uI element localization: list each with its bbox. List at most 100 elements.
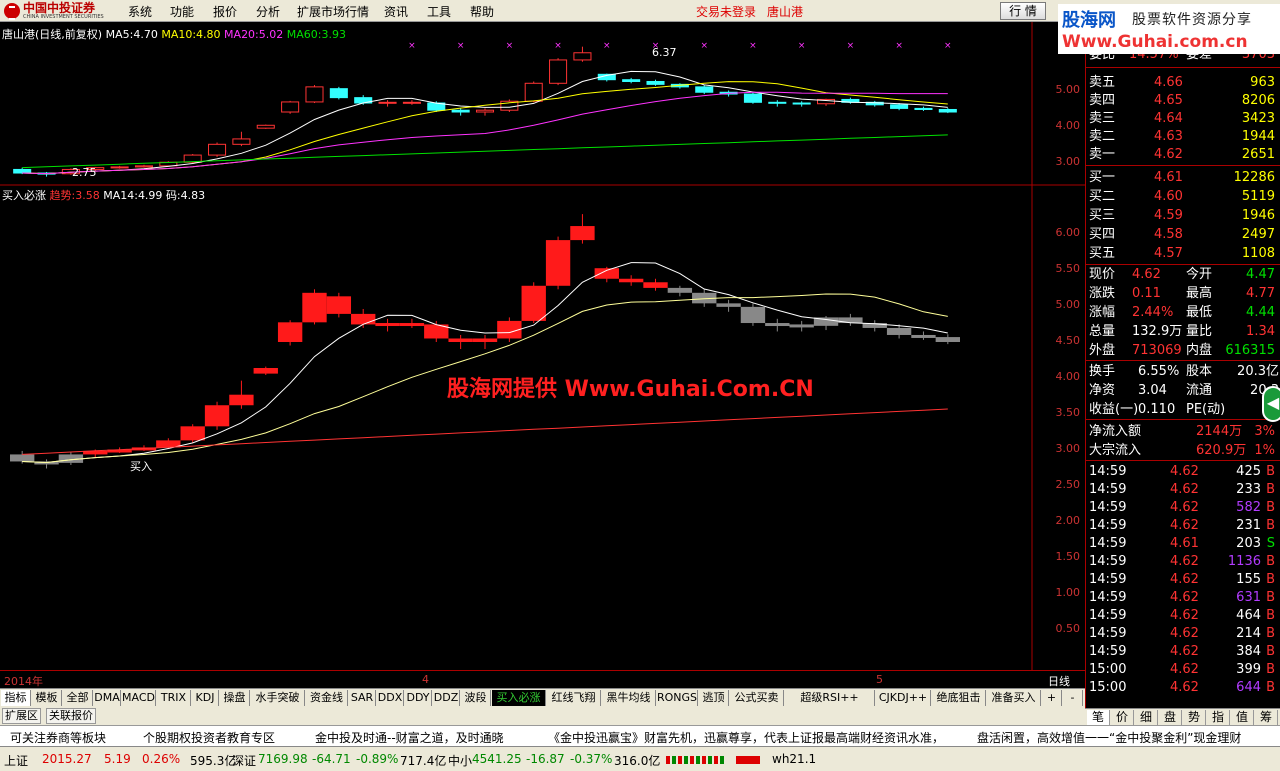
quote-button[interactable]: 行 情 <box>1000 2 1046 20</box>
quote-tab[interactable]: 笔 <box>1087 710 1110 725</box>
indicator-tab[interactable]: 超级RSI++ <box>785 690 875 706</box>
sell-row[interactable]: 卖一 4.62 2651 <box>1086 145 1280 164</box>
indicator-tab[interactable]: DDX <box>377 690 404 706</box>
zx-value: 4541.25 <box>472 752 522 766</box>
indicator-tab[interactable]: 全部 <box>63 690 93 706</box>
indicator-tab[interactable]: MACD <box>122 690 156 706</box>
sell-row[interactable]: 卖五 4.66 963 <box>1086 73 1280 92</box>
tick-row[interactable]: 14:59 4.62 425 B <box>1086 462 1280 481</box>
ticker-item[interactable]: 《金中投迅赢宝》财富先机，迅赢尊享，代表上证报最高端财经资讯水准， <box>548 729 944 746</box>
tick-row[interactable]: 14:59 4.62 231 B <box>1086 516 1280 535</box>
indicator-tab[interactable]: KDJ <box>192 690 219 706</box>
indicator-tab[interactable]: + <box>1042 690 1062 706</box>
tab-extension-area[interactable]: 扩展区 <box>2 708 41 724</box>
flow-row[interactable]: 净流入额 2144万 3% <box>1086 422 1280 441</box>
stat-row[interactable]: 涨幅 2.44% 最低 4.44 <box>1086 303 1280 322</box>
indicator-tab[interactable]: DDY <box>405 690 432 706</box>
sell-row[interactable]: 卖四 4.65 8206 <box>1086 91 1280 110</box>
tick-row[interactable]: 14:59 4.62 155 B <box>1086 570 1280 589</box>
buy-row[interactable]: 买四 4.58 2497 <box>1086 225 1280 244</box>
indicator-tab[interactable]: 红线飞翔 <box>547 690 601 706</box>
menu-quote[interactable]: 报价 <box>213 3 237 20</box>
tick-row[interactable]: 15:00 4.62 399 B <box>1086 660 1280 679</box>
indicator-tab[interactable]: CJKDJ++ <box>876 690 931 706</box>
buy-row[interactable]: 买三 4.59 1946 <box>1086 206 1280 225</box>
buy-row[interactable]: 买二 4.60 5119 <box>1086 187 1280 206</box>
tick-time: 14:59 <box>1089 572 1127 587</box>
menu-tools[interactable]: 工具 <box>427 3 451 20</box>
indicator-tab[interactable]: 资金线 <box>306 690 348 706</box>
menu-function[interactable]: 功能 <box>170 3 194 20</box>
menu-system[interactable]: 系统 <box>128 3 152 20</box>
fundamental-row[interactable]: 收益(一)0.110PE(动)10 <box>1086 400 1280 419</box>
tick-row[interactable]: 14:59 4.62 214 B <box>1086 624 1280 643</box>
menu-analysis[interactable]: 分析 <box>256 3 280 20</box>
tab-related-quotes[interactable]: 关联报价 <box>46 708 96 724</box>
tick-row[interactable]: 14:59 4.62 464 B <box>1086 606 1280 625</box>
indicator-tab[interactable]: 公式买卖 <box>730 690 784 706</box>
indicator-tab[interactable]: 买入必涨 <box>492 690 546 706</box>
indicator-tab[interactable]: 水手突破 <box>251 690 305 706</box>
stat-row[interactable]: 现价 4.62 今开 4.47 <box>1086 265 1280 284</box>
menu-extended-market[interactable]: 扩展市场行情 <box>297 3 369 20</box>
ticker-item[interactable]: 盘活闲置，高效增值一一“金中投聚金利”现金理财 <box>977 729 1241 746</box>
expand-icon[interactable]: ◀ <box>1262 386 1280 422</box>
indicator-tab[interactable]: 逃顶 <box>699 690 729 706</box>
indicator-tab[interactable]: 操盘 <box>220 690 250 706</box>
flow-value: 620.9万 <box>1196 443 1247 458</box>
tick-row[interactable]: 14:59 4.62 582 B <box>1086 498 1280 517</box>
ticker-item[interactable]: 金中投及时通--财富之道，及时通晓 <box>315 729 504 746</box>
quote-tab[interactable]: 筹 <box>1255 710 1278 725</box>
indicator-tab[interactable]: DDZ <box>433 690 460 706</box>
quote-tab[interactable]: 价 <box>1111 710 1134 725</box>
tick-side: B <box>1266 626 1275 641</box>
news-ticker[interactable]: 可关注券商等板块 个股期权投资者教育专区 金中投及时通--财富之道，及时通晓 《… <box>0 725 1280 746</box>
tick-row[interactable]: 15:00 4.62 644 B <box>1086 678 1280 697</box>
buy-row[interactable]: 买一 4.61 12286 <box>1086 168 1280 187</box>
extension-tab-bar: 扩展区 关联报价 <box>0 706 1085 725</box>
tick-row[interactable]: 14:59 4.62 384 B <box>1086 642 1280 661</box>
menu-help[interactable]: 帮助 <box>470 3 494 20</box>
tick-volume: 384 <box>1236 644 1261 659</box>
ticker-item[interactable]: 可关注券商等板块 <box>10 729 106 746</box>
indicator-tab[interactable]: 绝底狙击 <box>932 690 986 706</box>
quote-tab[interactable]: 指 <box>1207 710 1230 725</box>
indicator-tab[interactable]: 模板 <box>32 690 62 706</box>
quote-tab[interactable]: 值 <box>1231 710 1254 725</box>
buy-row[interactable]: 买五 4.57 1108 <box>1086 244 1280 263</box>
indicator-tab[interactable]: 准备买入 <box>987 690 1041 706</box>
trade-login-status[interactable]: 交易未登录 <box>696 3 756 20</box>
lower-candle-body <box>618 278 644 283</box>
ticker-item[interactable]: 个股期权投资者教育专区 <box>143 729 275 746</box>
quote-tab[interactable]: 细 <box>1135 710 1158 725</box>
indicator-tab[interactable]: 指标 <box>1 690 31 706</box>
sell-row[interactable]: 卖三 4.64 3423 <box>1086 109 1280 128</box>
stat-row[interactable]: 外盘 713069 内盘 616315 <box>1086 341 1280 360</box>
menu-news[interactable]: 资讯 <box>384 3 408 20</box>
indicator-tab[interactable]: TRIX <box>157 690 191 706</box>
tick-row[interactable]: 14:59 4.62 1136 B <box>1086 552 1280 571</box>
stat-row[interactable]: 总量 132.9万 量比 1.34 <box>1086 322 1280 341</box>
lower-y-tick: 4.50 <box>1055 334 1081 347</box>
fundamental-row[interactable]: 净资3.04流通20.3 <box>1086 381 1280 400</box>
tick-row[interactable]: 14:59 4.62 233 B <box>1086 480 1280 499</box>
tick-row[interactable]: 14:59 4.62 631 B <box>1086 588 1280 607</box>
indicator-tab[interactable]: - <box>1063 690 1083 706</box>
chart-area[interactable]: × × × × × × × × × × × × 唐山港(日线,前复权) MA5:4.70 MA10:4… <box>0 22 1085 688</box>
indicator-tab[interactable]: 波段 <box>461 690 491 706</box>
stat-row[interactable]: 涨跌 0.11 最高 4.77 <box>1086 284 1280 303</box>
flow-row[interactable]: 大宗流入 620.9万 1% <box>1086 441 1280 460</box>
indicator-tab[interactable]: DMA <box>94 690 121 706</box>
quote-tab[interactable]: 势 <box>1183 710 1206 725</box>
tick-row[interactable]: 14:59 4.61 203 S <box>1086 534 1280 553</box>
kline-chart-svg[interactable]: × × × × × × × × × × × × <box>0 22 1085 688</box>
fundamental-row[interactable]: 换手 6.55% 股本 20.3亿 <box>1086 362 1280 381</box>
indicator-tab[interactable]: RONGS <box>657 690 698 706</box>
indicator-tab[interactable]: 黑牛均线 <box>602 690 656 706</box>
quote-tab[interactable]: 盘 <box>1159 710 1182 725</box>
tick-price: 4.62 <box>1170 500 1199 515</box>
indicator-tab[interactable]: SAR <box>349 690 376 706</box>
period-label[interactable]: 日线 <box>1048 673 1070 689</box>
tick-time: 14:59 <box>1089 500 1127 515</box>
sell-row[interactable]: 卖二 4.63 1944 <box>1086 127 1280 146</box>
